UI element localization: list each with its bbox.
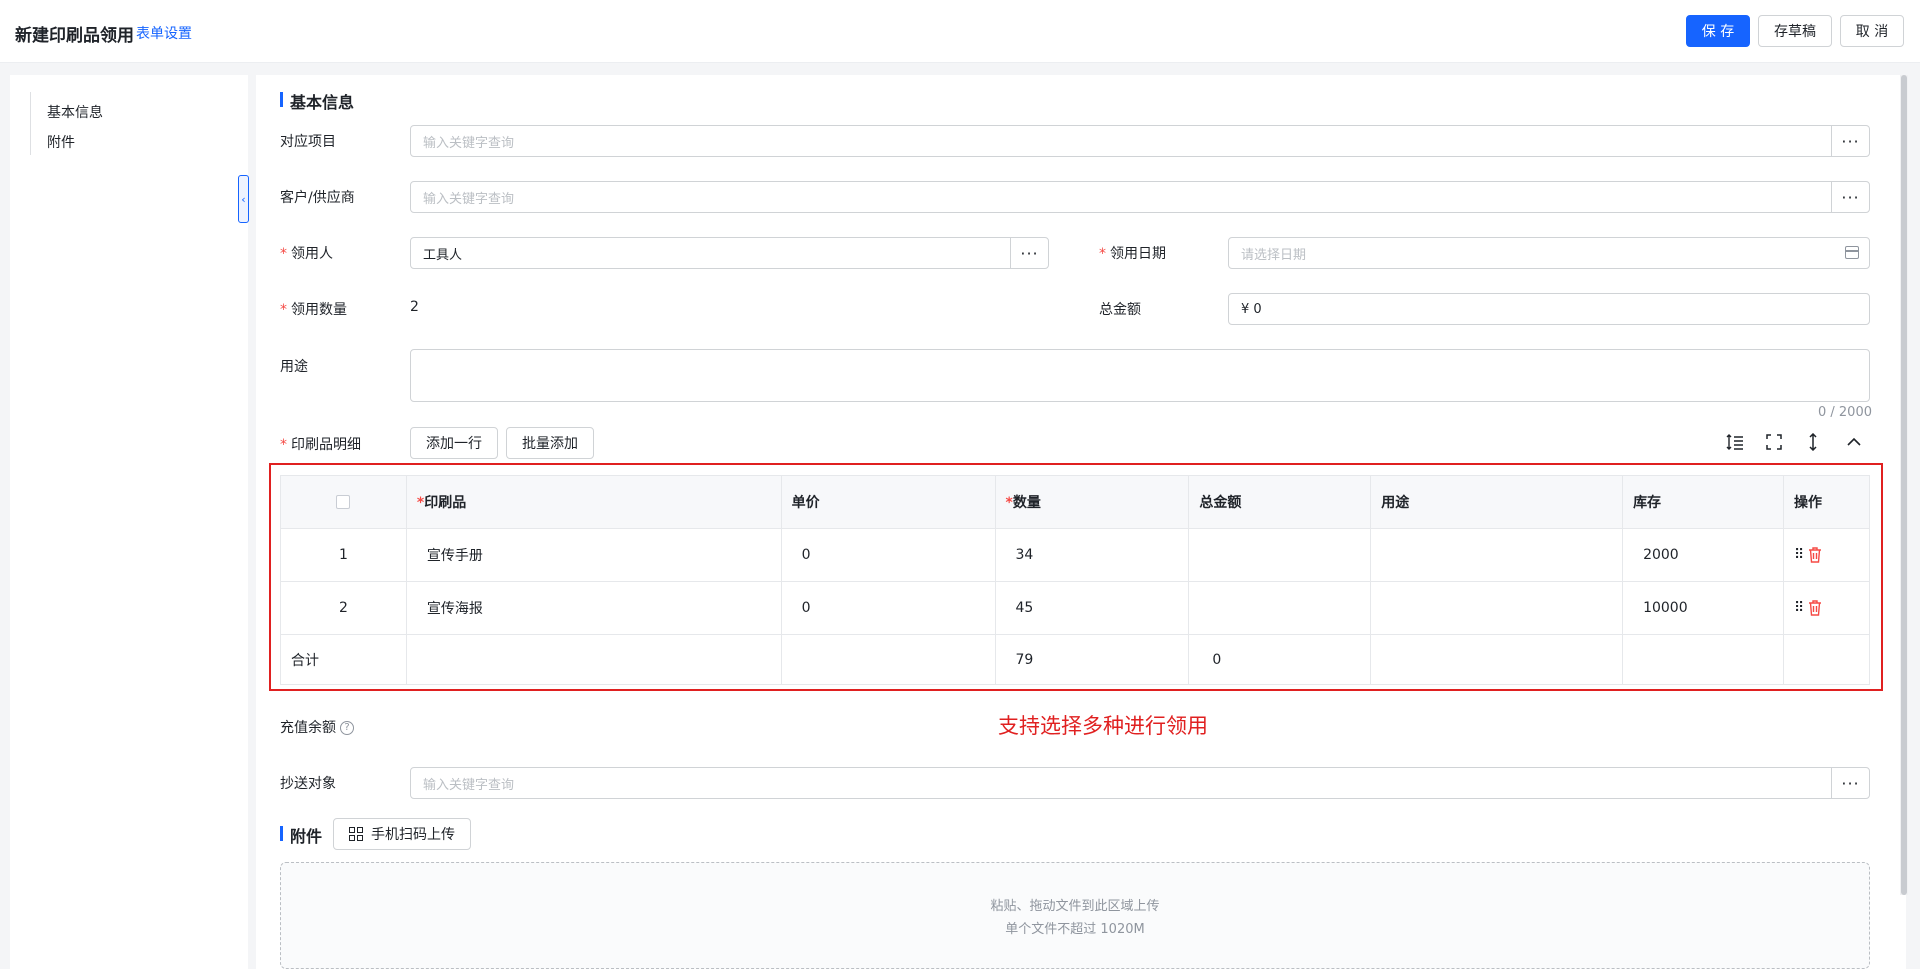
batch-add-button[interactable]: 批量添加	[506, 427, 594, 459]
scrollbar-thumb[interactable]	[1901, 75, 1907, 895]
required-mark: *	[1099, 246, 1106, 262]
more-icon[interactable]: ···	[1831, 768, 1869, 798]
recharge-label-text: 充值余额	[280, 720, 336, 736]
customer-input[interactable]: 输入关键字查询 ···	[410, 181, 1870, 213]
nav-rail	[30, 92, 31, 155]
recharge-label: 充值余额?	[280, 717, 354, 737]
recipient-input[interactable]: 工具人 ···	[410, 237, 1049, 269]
expand-vertical-icon[interactable]	[1802, 431, 1824, 453]
recipient-label: * 领用人	[280, 243, 333, 263]
purpose-char-counter: 0 / 2000	[1818, 405, 1872, 420]
customer-label: 客户/供应商	[280, 190, 355, 206]
qty-label: * 领用数量	[280, 299, 347, 319]
customer-placeholder: 输入关键字查询	[423, 191, 515, 207]
scan-upload-button[interactable]: 手机扫码上传	[333, 818, 471, 850]
add-row-button[interactable]: 添加一行	[410, 427, 498, 459]
cc-input[interactable]: 输入关键字查询 ···	[410, 767, 1870, 799]
more-icon[interactable]: ···	[1831, 182, 1869, 212]
qty-value: 2	[410, 299, 419, 315]
cc-label: 抄送对象	[280, 776, 336, 792]
purpose-label: 用途	[280, 359, 308, 375]
annotation-text: 支持选择多种进行领用	[998, 714, 1208, 738]
nav-item-attachment[interactable]: 附件	[47, 132, 75, 152]
upload-size-limit: 单个文件不超过 1020M	[1005, 922, 1145, 937]
total-amount-value: ¥ 0	[1241, 301, 1262, 317]
calendar-icon[interactable]	[1845, 246, 1859, 259]
row-height-icon[interactable]	[1724, 431, 1746, 453]
required-mark: *	[280, 246, 287, 262]
total-amount-input[interactable]: ¥ 0	[1228, 293, 1870, 325]
nav-item-basic-info[interactable]: 基本信息	[47, 102, 103, 122]
date-picker[interactable]: 请选择日期	[1228, 237, 1870, 269]
form-settings-link[interactable]: 表单设置	[136, 23, 192, 43]
qty-label-text: 领用数量	[291, 302, 347, 318]
fullscreen-icon[interactable]	[1763, 431, 1785, 453]
more-icon[interactable]: ···	[1010, 238, 1048, 268]
required-mark: *	[280, 302, 287, 318]
scrollbar[interactable]	[1900, 75, 1908, 895]
details-label: * 印刷品明细	[280, 434, 361, 454]
basic-info-section-title: 基本信息	[280, 89, 354, 113]
recipient-label-text: 领用人	[291, 246, 333, 262]
project-input[interactable]: 输入关键字查询 ···	[410, 125, 1870, 157]
required-mark: *	[280, 437, 287, 453]
scan-upload-label: 手机扫码上传	[371, 827, 455, 843]
upload-hint: 粘贴、拖动文件到此区域上传	[990, 899, 1160, 914]
save-button[interactable]: 保 存	[1686, 15, 1750, 47]
purpose-textarea[interactable]	[410, 349, 1870, 402]
save-draft-button[interactable]: 存草稿	[1758, 15, 1832, 47]
cc-placeholder: 输入关键字查询	[423, 777, 515, 793]
attachment-section-title: 附件	[280, 823, 322, 847]
help-icon[interactable]: ?	[340, 721, 354, 735]
details-label-text: 印刷品明细	[291, 437, 361, 453]
more-icon[interactable]: ···	[1831, 126, 1869, 156]
upload-dropzone[interactable]: 粘贴、拖动文件到此区域上传 单个文件不超过 1020M	[280, 862, 1870, 969]
date-label-text: 领用日期	[1110, 246, 1166, 262]
recipient-value: 工具人	[423, 247, 463, 263]
collapse-sidebar-icon[interactable]: ‹	[238, 175, 249, 223]
collapse-icon[interactable]	[1843, 431, 1865, 453]
qr-code-icon	[349, 827, 363, 841]
section-nav: 基本信息 附件	[10, 75, 248, 969]
cancel-button[interactable]: 取 消	[1840, 15, 1904, 47]
date-placeholder: 请选择日期	[1241, 247, 1307, 263]
page-title: 新建印刷品领用	[15, 26, 134, 46]
date-label: * 领用日期	[1099, 243, 1166, 263]
total-amount-label: 总金额	[1099, 302, 1141, 318]
project-label: 对应项目	[280, 134, 336, 150]
highlight-frame	[269, 463, 1883, 691]
project-placeholder: 输入关键字查询	[423, 135, 515, 151]
top-bar: 新建印刷品领用 表单设置 保 存 存草稿 取 消	[0, 0, 1920, 63]
